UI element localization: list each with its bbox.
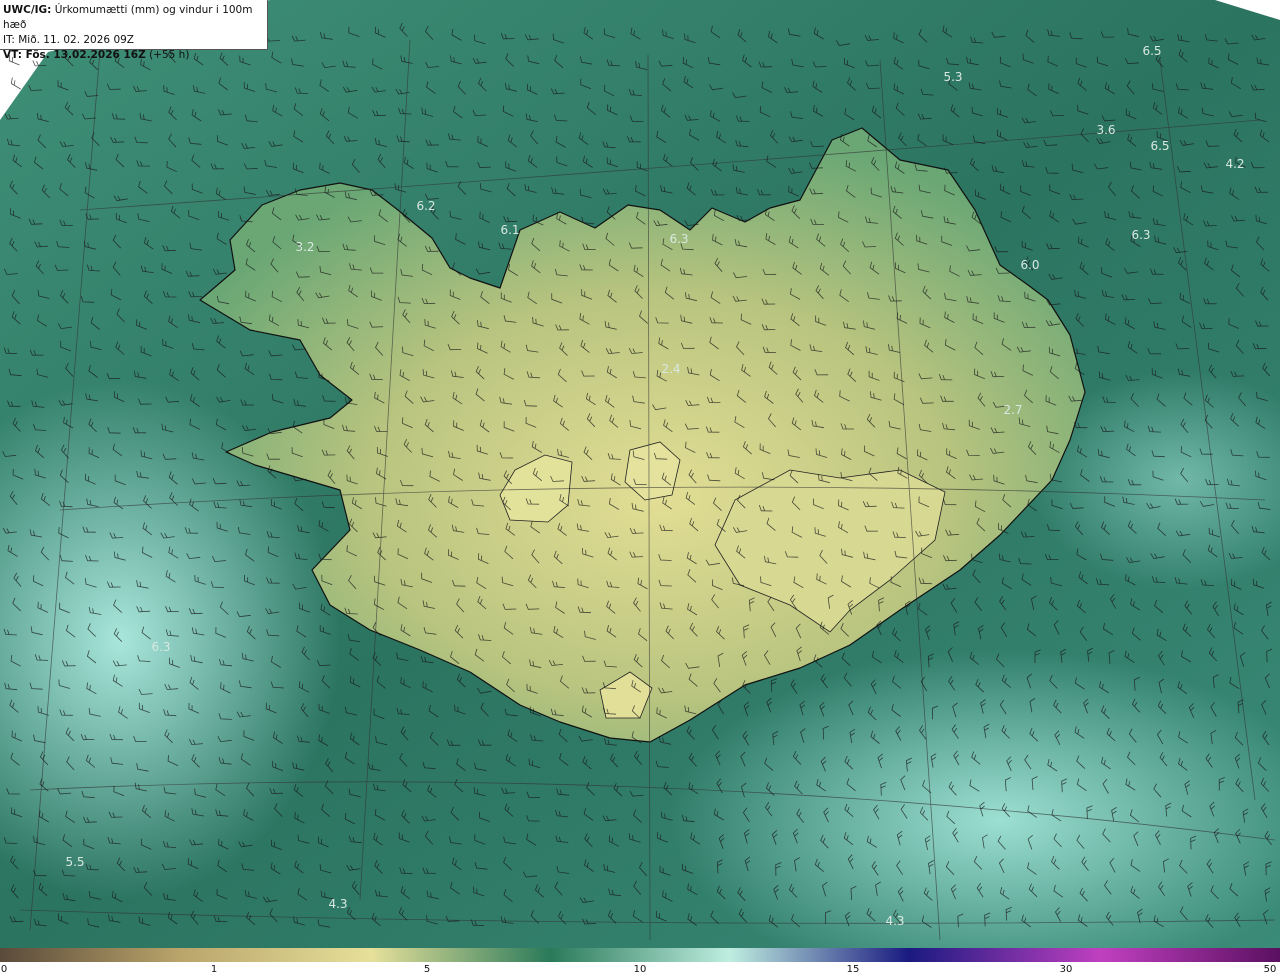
lead-time: (+55 h)	[149, 49, 190, 61]
map-value-label: 2.7	[1003, 403, 1022, 417]
map-value-label: 3.2	[295, 240, 314, 254]
map-value-label: 4.3	[885, 914, 904, 928]
colorbar-tick: 0	[0, 964, 8, 975]
init-time: IT: Mið. 11. 02. 2026 09Z	[3, 34, 134, 46]
map-value-label: 2.4	[661, 362, 680, 376]
colorbar: 0 1 5 10 15 30 50	[0, 948, 1280, 978]
product-code: UWC/IG:	[3, 4, 52, 16]
colorbar-tick: 1	[210, 964, 218, 975]
map-value-label: 6.3	[151, 640, 170, 654]
map-value-label: 6.0	[1020, 258, 1039, 272]
colorbar-tick: 50	[1263, 964, 1277, 975]
valid-time-line: VT: Fös. 13.02.2026 16Z (+55 h)	[3, 48, 267, 63]
colorbar-tick: 10	[633, 964, 647, 975]
map-value-label: 4.3	[328, 897, 347, 911]
precipitation-wind-map: 6.5 5.3 3.6 6.5 4.2 6.2 6.1 6.3 3.2 6.3 6.0 2.4 2.7 6…	[0, 0, 1280, 948]
map-value-label: 5.5	[65, 855, 84, 869]
map-value-label: 5.3	[943, 70, 962, 84]
map-value-label: 6.3	[1131, 228, 1150, 242]
title-line: UWC/IG: Úrkomumætti (mm) og vindur i 100…	[3, 3, 267, 33]
colorbar-tick: 5	[423, 964, 431, 975]
map-value-label: 6.3	[669, 232, 688, 246]
map-info-box: UWC/IG: Úrkomumætti (mm) og vindur i 100…	[0, 0, 268, 61]
colorbar-tick: 15	[846, 964, 860, 975]
valid-time: VT: Fös. 13.02.2026 16Z	[3, 49, 146, 61]
map-value-label: 4.2	[1225, 157, 1244, 171]
map-value-label: 6.5	[1150, 139, 1169, 153]
colorbar-tick: 30	[1059, 964, 1073, 975]
map-value-label: 6.2	[416, 199, 435, 213]
map-value-label: 6.1	[500, 223, 519, 237]
map-value-label: 3.6	[1096, 123, 1115, 137]
map-value-label: 6.5	[1142, 44, 1161, 58]
colorbar-gradient	[0, 948, 1280, 962]
